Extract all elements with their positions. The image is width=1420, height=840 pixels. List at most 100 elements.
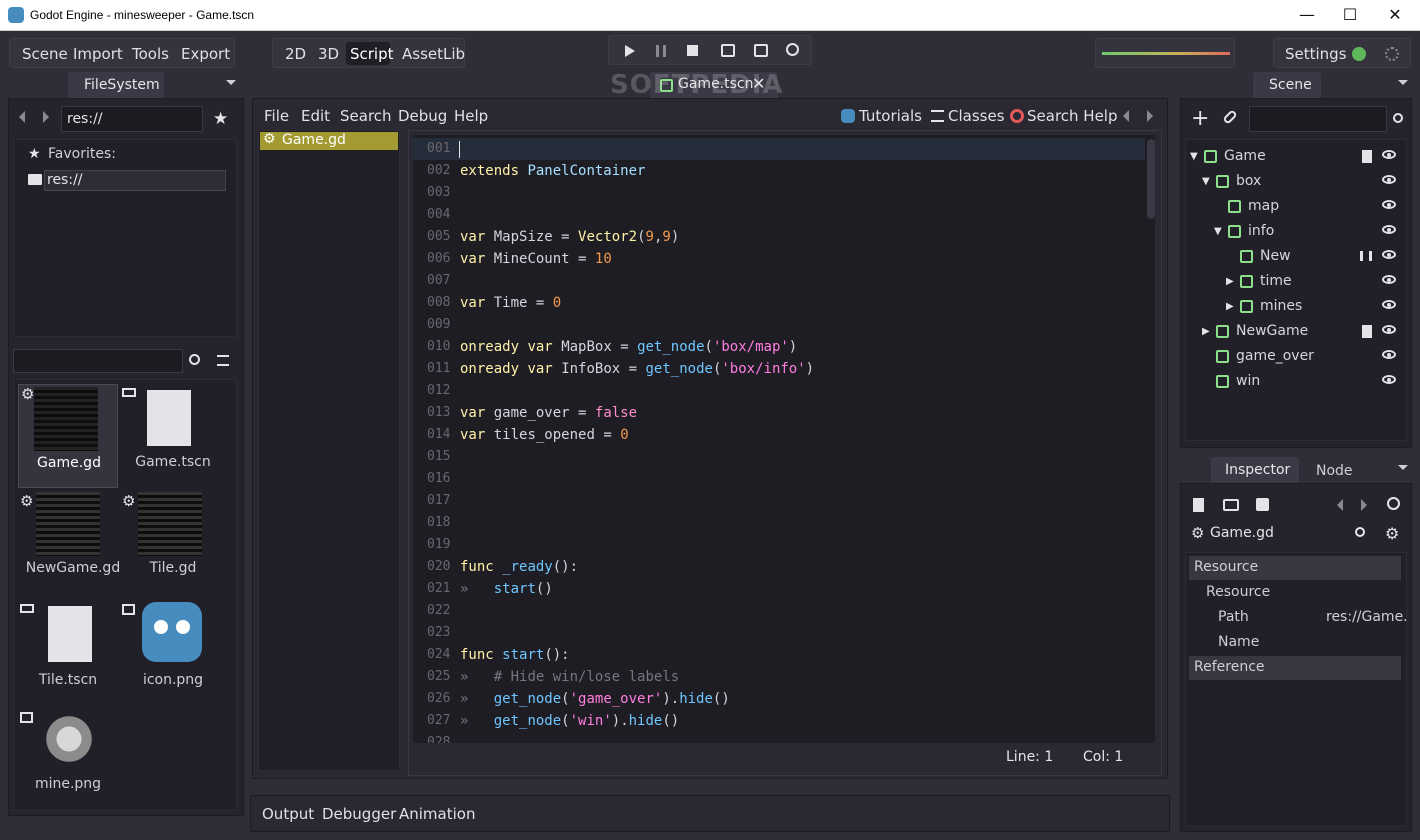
filesystem-dock-tab[interactable]: FileSystem [68, 72, 164, 98]
nav-forward-icon[interactable] [43, 111, 49, 123]
workspace-script[interactable]: Script [350, 45, 394, 63]
workspace-2d[interactable]: 2D [285, 45, 306, 63]
close-window-button[interactable]: ✕ [1372, 0, 1418, 31]
code-line[interactable]: 007 [413, 270, 1143, 292]
script-menu-search[interactable]: Search [340, 107, 392, 125]
code-line[interactable]: 015 [413, 446, 1143, 468]
remote-debug-icon[interactable] [786, 43, 799, 56]
bottom-tab-animation[interactable]: Animation [399, 805, 475, 823]
code-line[interactable]: 017 [413, 490, 1143, 512]
expand-arrow-icon[interactable]: ▶ [1226, 294, 1234, 319]
code-line[interactable]: 003 [413, 182, 1143, 204]
scene-dock-tab[interactable]: Scene [1253, 72, 1321, 98]
script-icon[interactable] [1362, 150, 1372, 163]
script-icon[interactable] [1362, 325, 1372, 338]
code-line[interactable]: 011 onready var InfoBox = get_node('box/i… [413, 358, 1143, 380]
search-icon[interactable] [189, 354, 200, 365]
scene-tree-item[interactable]: ▼ box [1186, 169, 1400, 194]
visibility-eye-icon[interactable] [1382, 250, 1396, 259]
maximize-button[interactable]: ☐ [1327, 0, 1373, 31]
save-icon[interactable] [1256, 498, 1269, 511]
inspector-tab[interactable]: Inspector [1211, 457, 1299, 483]
file-item-newgame-gd[interactable]: ⚙ NewGame.gd [18, 492, 120, 596]
scene-dock-menu-icon[interactable] [1398, 80, 1408, 85]
code-editor[interactable]: 001 002 extends PanelContainer 003 004 005 var… [413, 135, 1155, 743]
close-tab-icon[interactable]: ✕ [752, 74, 765, 93]
file-item-tile-tscn[interactable]: Tile.tscn [18, 600, 118, 704]
visibility-eye-icon[interactable] [1382, 350, 1396, 359]
visibility-eye-icon[interactable] [1382, 325, 1396, 334]
code-line[interactable]: 001 [413, 138, 1143, 160]
menu-tools[interactable]: Tools [132, 45, 169, 63]
bottom-tab-output[interactable]: Output [262, 805, 314, 823]
star-icon[interactable]: ★ [213, 109, 228, 129]
history-forward-icon[interactable] [1147, 110, 1153, 122]
code-line[interactable]: 014 var tiles_opened = 0 [413, 424, 1143, 446]
nav-back-icon[interactable] [19, 111, 25, 123]
stop-icon[interactable] [687, 45, 698, 56]
code-line[interactable]: 010 onready var MapBox = get_node('box/ma… [413, 336, 1143, 358]
visibility-eye-icon[interactable] [1382, 300, 1396, 309]
script-menu-edit[interactable]: Edit [301, 107, 330, 125]
code-line[interactable]: 005 var MapSize = Vector2(9,9) [413, 226, 1143, 248]
code-line[interactable]: 028 [413, 732, 1143, 743]
search-icon[interactable] [1393, 113, 1403, 123]
expand-arrow-icon[interactable]: ▶ [1202, 319, 1210, 344]
file-search-input[interactable] [13, 349, 183, 373]
expand-arrow-icon[interactable]: ▶ [1226, 269, 1234, 294]
code-line[interactable]: 009 [413, 314, 1143, 336]
scrollbar[interactable] [1147, 139, 1155, 219]
link-icon[interactable] [1222, 109, 1238, 125]
code-line[interactable]: 012 [413, 380, 1143, 402]
code-line[interactable]: 022 [413, 600, 1143, 622]
minimize-button[interactable]: — [1284, 0, 1330, 31]
code-line[interactable]: 021 » start() [413, 578, 1143, 600]
settings-gear-icon[interactable]: ⚙ [1385, 524, 1399, 543]
node-filter-input[interactable] [1249, 106, 1387, 132]
visibility-eye-icon[interactable] [1382, 150, 1396, 159]
code-line[interactable]: 024 func start(): [413, 644, 1143, 666]
prev-object-icon[interactable] [1337, 499, 1343, 511]
settings-button[interactable]: Settings [1285, 45, 1347, 63]
scene-tree-item[interactable]: New [1186, 244, 1400, 269]
node-tab[interactable]: Node [1316, 463, 1353, 479]
subsection-resource[interactable]: Resource [1206, 584, 1270, 600]
code-line[interactable]: 023 [413, 622, 1143, 644]
inspector-dock-menu-icon[interactable] [1398, 465, 1408, 470]
menu-import[interactable]: Import [73, 45, 123, 63]
file-item-mine-png[interactable]: mine.png [18, 708, 118, 812]
file-item-tile-gd[interactable]: ⚙ Tile.gd [118, 492, 218, 596]
scene-tree-item[interactable]: ▼ Game [1186, 144, 1400, 169]
code-line[interactable]: 016 [413, 468, 1143, 490]
visibility-eye-icon[interactable] [1382, 275, 1396, 284]
visibility-eye-icon[interactable] [1382, 375, 1396, 384]
collapse-arrow-icon[interactable]: ▼ [1202, 169, 1210, 194]
scene-tree-item[interactable]: ▶ mines [1186, 294, 1400, 319]
play-custom-scene-icon[interactable] [754, 44, 768, 57]
code-line[interactable]: 027 » get_node('win').hide() [413, 710, 1143, 732]
add-node-icon[interactable]: + [1191, 108, 1209, 130]
menu-scene[interactable]: Scene [22, 45, 68, 63]
path-input[interactable]: res:// [61, 106, 203, 132]
history-back-icon[interactable] [1123, 110, 1129, 122]
scene-tree-item[interactable]: ▼ info [1186, 219, 1400, 244]
script-list-item-selected[interactable]: ⚙ Game.gd [260, 131, 398, 150]
script-menu-debug[interactable]: Debug [398, 107, 447, 125]
collapse-arrow-icon[interactable]: ▼ [1214, 219, 1222, 244]
pause-icon[interactable] [656, 45, 666, 57]
tree-root-item[interactable]: res:// [44, 170, 226, 191]
bottom-tab-debugger[interactable]: Debugger [322, 805, 396, 823]
file-item-game-tscn[interactable]: Game.tscn [118, 384, 218, 488]
history-icon[interactable] [1387, 497, 1400, 510]
script-menu-file[interactable]: File [264, 107, 289, 125]
play-scene-icon[interactable] [721, 44, 735, 57]
code-line[interactable]: 019 [413, 534, 1143, 556]
menu-export[interactable]: Export [181, 45, 230, 63]
workspace-assetlib[interactable]: AssetLib [402, 45, 465, 63]
collapse-arrow-icon[interactable]: ▼ [1190, 144, 1198, 169]
visibility-eye-icon[interactable] [1382, 200, 1396, 209]
file-item-game-gd[interactable]: ⚙ Game.gd [18, 384, 118, 488]
code-line[interactable]: 004 [413, 204, 1143, 226]
search-icon[interactable] [1355, 527, 1365, 537]
code-line[interactable]: 008 var Time = 0 [413, 292, 1143, 314]
